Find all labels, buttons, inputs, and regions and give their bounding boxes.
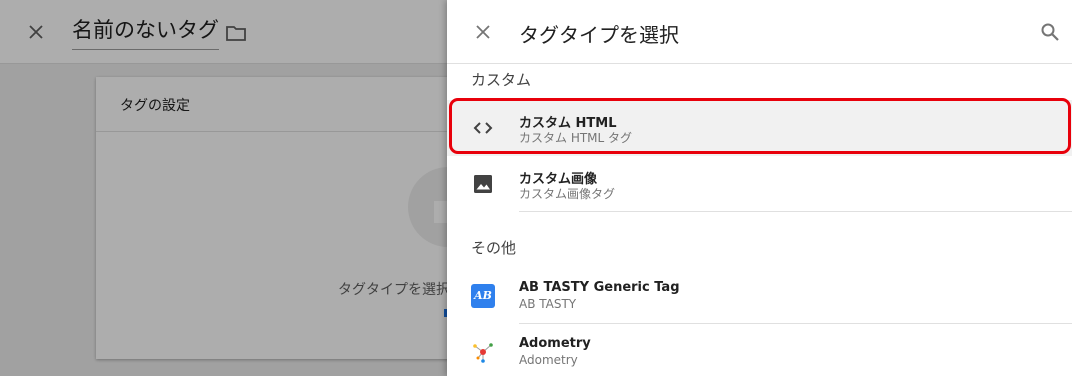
close-icon[interactable] [471, 20, 495, 44]
section-label-custom: カスタム [471, 71, 532, 89]
item-name: Adometry [519, 336, 591, 351]
item-description: AB TASTY [519, 297, 577, 311]
section-label-other: その他 [471, 239, 517, 257]
drawer-title: タグタイプを選択 [519, 23, 679, 47]
drawer-header: タグタイプを選択 [447, 0, 1072, 64]
item-description: カスタム HTML タグ [519, 131, 633, 145]
search-icon[interactable] [1038, 20, 1062, 44]
divider [519, 211, 1072, 212]
tag-type-item-ab-tasty[interactable]: AB AB TASTY Generic Tag AB TASTY [447, 268, 1072, 324]
tag-type-item-adometry[interactable]: Adometry Adometry [447, 324, 1072, 376]
code-icon [473, 122, 493, 134]
tag-type-item-custom-html[interactable]: カスタム HTML カスタム HTML タグ [447, 100, 1072, 156]
ab-tasty-logo-icon: AB [471, 284, 495, 308]
adometry-logo-icon [473, 343, 493, 363]
item-description: カスタム画像タグ [519, 187, 616, 201]
item-name: AB TASTY Generic Tag [519, 280, 680, 295]
drawer-scrollbar[interactable] [1066, 64, 1072, 376]
item-description: Adometry [519, 353, 578, 367]
image-icon [474, 175, 492, 193]
tag-type-drawer: タグタイプを選択 カスタム カスタム HTML カスタム HTML タグ カスタ… [447, 0, 1072, 376]
tag-type-item-custom-image[interactable]: カスタム画像 カスタム画像タグ [447, 156, 1072, 212]
